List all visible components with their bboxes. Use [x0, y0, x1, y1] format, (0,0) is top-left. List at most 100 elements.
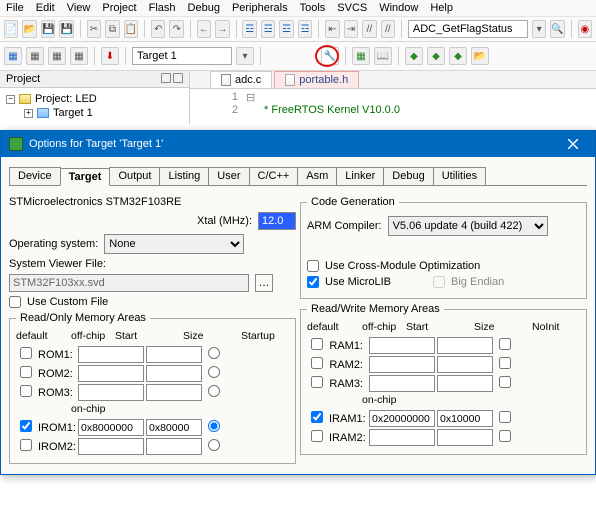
ram2-noinit-checkbox[interactable]	[499, 357, 511, 369]
find-dropdown-icon[interactable]: ▾	[532, 20, 546, 38]
rom2-size-input[interactable]	[146, 365, 202, 382]
green-diamond2-icon[interactable]: ◆	[427, 47, 445, 65]
ram3-default-checkbox[interactable]	[311, 376, 323, 388]
target-dropdown-icon[interactable]: ▾	[236, 47, 254, 65]
iram2-size-input[interactable]	[437, 429, 493, 446]
rom1-default-checkbox[interactable]	[20, 347, 32, 359]
irom2-default-checkbox[interactable]	[20, 439, 32, 451]
paste-icon[interactable]: 📋	[124, 20, 138, 38]
tab-device[interactable]: Device	[9, 167, 61, 185]
tab-linker[interactable]: Linker	[336, 167, 384, 185]
find-combo[interactable]	[408, 20, 528, 38]
rom3-startup-radio[interactable]	[208, 385, 220, 397]
irom1-size-input[interactable]	[146, 419, 202, 436]
debug-icon[interactable]: ◉	[578, 20, 592, 38]
tree-expand-icon[interactable]: −	[6, 95, 15, 104]
find-next-icon[interactable]: 🔍	[550, 20, 564, 38]
cut-icon[interactable]: ✂	[87, 20, 101, 38]
manage-rte-icon[interactable]: ▦	[352, 47, 370, 65]
books-icon[interactable]: 📖	[374, 47, 392, 65]
nav-back-icon[interactable]: ←	[197, 20, 211, 38]
rom1-size-input[interactable]	[146, 346, 202, 363]
xtal-input[interactable]	[258, 212, 296, 230]
rom3-default-checkbox[interactable]	[20, 385, 32, 397]
menu-project[interactable]: Project	[102, 2, 136, 14]
arm-compiler-select[interactable]: V5.06 update 4 (build 422)	[388, 216, 548, 236]
iram2-noinit-checkbox[interactable]	[499, 430, 511, 442]
menu-edit[interactable]: Edit	[36, 2, 55, 14]
code-line[interactable]: FreeRTOS Kernel V10.0.0	[264, 104, 400, 116]
tab-utilities[interactable]: Utilities	[433, 167, 486, 185]
bookmark-next-icon[interactable]: ☲	[279, 20, 293, 38]
tree-expand-icon[interactable]: +	[24, 109, 33, 118]
menu-peripherals[interactable]: Peripherals	[232, 2, 288, 14]
pin-icon[interactable]	[161, 73, 171, 83]
svf-browse-button[interactable]: …	[255, 274, 273, 292]
irom1-default-checkbox[interactable]	[20, 420, 32, 432]
rom1-startup-radio[interactable]	[208, 347, 220, 359]
indent-left-icon[interactable]: ⇤	[325, 20, 339, 38]
build-icon[interactable]: ▦	[4, 47, 22, 65]
rom2-start-input[interactable]	[78, 365, 144, 382]
target-combo[interactable]	[132, 47, 232, 65]
custom-file-checkbox[interactable]	[9, 296, 21, 308]
iram2-start-input[interactable]	[369, 429, 435, 446]
ram3-noinit-checkbox[interactable]	[499, 376, 511, 388]
iram2-default-checkbox[interactable]	[311, 430, 323, 442]
tree-target-label[interactable]: Target 1	[53, 107, 93, 119]
copy-icon[interactable]: ⧉	[105, 20, 119, 38]
indent-right-icon[interactable]: ⇥	[344, 20, 358, 38]
folder-icon[interactable]: 📂	[471, 47, 489, 65]
ram2-start-input[interactable]	[369, 356, 435, 373]
rom3-start-input[interactable]	[78, 384, 144, 401]
redo-icon[interactable]: ↷	[169, 20, 183, 38]
menu-window[interactable]: Window	[379, 2, 418, 14]
open-file-icon[interactable]: 📂	[22, 20, 36, 38]
irom2-start-input[interactable]	[78, 438, 144, 455]
fold-icon[interactable]: ⊟	[246, 91, 256, 104]
menu-flash[interactable]: Flash	[149, 2, 176, 14]
bookmark-icon[interactable]: ☲	[242, 20, 256, 38]
tab-asm[interactable]: Asm	[297, 167, 337, 185]
irom1-start-input[interactable]	[78, 419, 144, 436]
ram3-size-input[interactable]	[437, 375, 493, 392]
close-button[interactable]	[559, 135, 587, 153]
save-icon[interactable]: 💾	[41, 20, 55, 38]
rebuild-icon[interactable]: ▦	[48, 47, 66, 65]
ram1-start-input[interactable]	[369, 337, 435, 354]
menu-help[interactable]: Help	[430, 2, 453, 14]
menu-svcs[interactable]: SVCS	[337, 2, 367, 14]
tab-listing[interactable]: Listing	[159, 167, 209, 185]
irom1-startup-radio[interactable]	[208, 420, 220, 432]
menu-file[interactable]: File	[6, 2, 24, 14]
rom2-startup-radio[interactable]	[208, 366, 220, 378]
close-pane-icon[interactable]	[173, 73, 183, 83]
tab-adc-c[interactable]: adc.c	[210, 71, 272, 88]
irom2-size-input[interactable]	[146, 438, 202, 455]
ram3-start-input[interactable]	[369, 375, 435, 392]
tree-root-label[interactable]: Project: LED	[35, 93, 97, 105]
bookmark-clear-icon[interactable]: ☲	[298, 20, 312, 38]
os-select[interactable]: None	[104, 234, 244, 254]
iram1-size-input[interactable]	[437, 410, 493, 427]
tab-portable-h[interactable]: portable.h	[274, 71, 359, 88]
microlib-checkbox[interactable]	[307, 276, 319, 288]
tab-debug[interactable]: Debug	[383, 167, 433, 185]
tab-output[interactable]: Output	[109, 167, 160, 185]
menu-view[interactable]: View	[67, 2, 91, 14]
options-for-target-icon[interactable]: 🔧	[321, 47, 339, 65]
iram1-default-checkbox[interactable]	[311, 411, 323, 423]
nav-fwd-icon[interactable]: →	[215, 20, 229, 38]
build-target-icon[interactable]: ▦	[26, 47, 44, 65]
ram1-size-input[interactable]	[437, 337, 493, 354]
tab-user[interactable]: User	[208, 167, 249, 185]
comment-icon[interactable]: //	[362, 20, 376, 38]
ram1-default-checkbox[interactable]	[311, 338, 323, 350]
menu-tools[interactable]: Tools	[300, 2, 326, 14]
cross-module-checkbox[interactable]	[307, 260, 319, 272]
menu-debug[interactable]: Debug	[188, 2, 220, 14]
undo-icon[interactable]: ↶	[151, 20, 165, 38]
ram1-noinit-checkbox[interactable]	[499, 338, 511, 350]
save-all-icon[interactable]: 💾	[59, 20, 73, 38]
rom1-start-input[interactable]	[78, 346, 144, 363]
